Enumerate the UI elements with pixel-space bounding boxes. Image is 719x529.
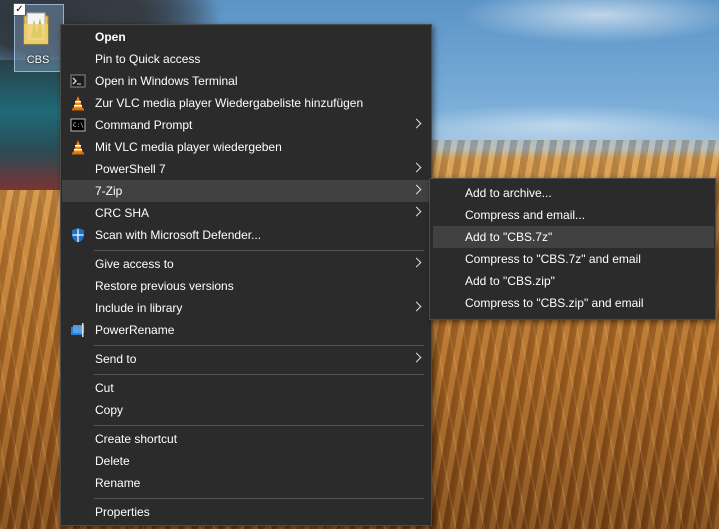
menu-item-pin-quick-access[interactable]: Pin to Quick access	[62, 48, 430, 70]
chevron-right-icon	[411, 118, 422, 129]
menu-item-label: Command Prompt	[95, 118, 193, 132]
menu-item-label: Delete	[95, 454, 130, 468]
menu-item-give-access[interactable]: Give access to	[62, 253, 430, 275]
menu-item-open[interactable]: Open	[62, 26, 430, 48]
menu-item-label: PowerRename	[95, 323, 175, 337]
menu-item-properties[interactable]: Properties	[62, 501, 430, 523]
menu-item-vlc-play[interactable]: Mit VLC media player wiedergeben	[62, 136, 430, 158]
submenu-item-label: Compress and email...	[465, 208, 586, 222]
menu-item-label: Rename	[95, 476, 141, 490]
vlc-icon	[72, 140, 84, 155]
submenu-item-compress-email[interactable]: Compress and email...	[433, 204, 714, 226]
chevron-right-icon	[411, 257, 422, 268]
menu-separator	[94, 374, 424, 375]
menu-item-delete[interactable]: Delete	[62, 450, 430, 472]
menu-item-label: Zur VLC media player Wiedergabeliste hin…	[95, 96, 364, 110]
menu-item-restore-versions[interactable]: Restore previous versions	[62, 275, 430, 297]
menu-item-open-terminal[interactable]: Open in Windows Terminal	[62, 70, 430, 92]
menu-item-label: Send to	[95, 352, 137, 366]
wallpaper-left-edge	[0, 60, 60, 190]
desktop-icon-label[interactable]: CBS	[14, 54, 62, 66]
context-menu: Open Pin to Quick access Open in Windows…	[60, 24, 432, 526]
submenu-item-label: Add to "CBS.7z"	[465, 230, 553, 244]
menu-item-label: Properties	[95, 505, 150, 519]
menu-item-label: Cut	[95, 381, 114, 395]
menu-item-vlc-playlist[interactable]: Zur VLC media player Wiedergabeliste hin…	[62, 92, 430, 114]
cmd-icon: C:\	[70, 118, 86, 132]
chevron-right-icon	[411, 352, 422, 363]
menu-item-create-shortcut[interactable]: Create shortcut	[62, 428, 430, 450]
menu-item-label: Copy	[95, 403, 124, 417]
menu-separator	[94, 250, 424, 251]
submenu-item-label: Compress to "CBS.zip" and email	[465, 296, 644, 310]
vlc-icon	[72, 96, 84, 111]
submenu-item-compress-zip-email[interactable]: Compress to "CBS.zip" and email	[433, 292, 714, 314]
menu-separator	[94, 498, 424, 499]
menu-item-label: 7-Zip	[95, 184, 123, 198]
submenu-item-label: Compress to "CBS.7z" and email	[465, 252, 641, 266]
terminal-icon	[70, 74, 86, 88]
svg-text:C:\: C:\	[73, 122, 84, 129]
menu-item-cut[interactable]: Cut	[62, 377, 430, 399]
menu-item-command-prompt[interactable]: C:\ Command Prompt	[62, 114, 430, 136]
menu-separator	[94, 345, 424, 346]
menu-item-label: Mit VLC media player wiedergeben	[95, 140, 282, 154]
submenu-item-add-to-7z[interactable]: Add to "CBS.7z"	[433, 226, 714, 248]
submenu-item-add-to-zip[interactable]: Add to "CBS.zip"	[433, 270, 714, 292]
menu-item-powerrename[interactable]: PowerRename	[62, 319, 430, 341]
folder-icon	[23, 12, 49, 45]
menu-item-crc-sha[interactable]: CRC SHA	[62, 202, 430, 224]
chevron-right-icon	[411, 206, 422, 217]
menu-item-label: Open in Windows Terminal	[95, 74, 238, 88]
menu-item-label: PowerShell 7	[95, 162, 166, 176]
submenu-item-label: Add to archive...	[465, 186, 552, 200]
menu-item-label: Give access to	[95, 257, 174, 271]
menu-item-scan-defender[interactable]: Scan with Microsoft Defender...	[62, 224, 430, 246]
defender-shield-icon	[72, 228, 84, 243]
menu-item-label: Restore previous versions	[95, 279, 234, 293]
menu-item-send-to[interactable]: Send to	[62, 348, 430, 370]
menu-separator	[94, 425, 424, 426]
menu-item-7zip[interactable]: 7-Zip	[62, 180, 430, 202]
menu-item-label: CRC SHA	[95, 206, 150, 220]
menu-item-label: Scan with Microsoft Defender...	[95, 228, 262, 242]
powerrename-icon	[71, 323, 84, 337]
chevron-right-icon	[411, 301, 422, 312]
submenu-7zip: Add to archive... Compress and email... …	[429, 178, 716, 320]
menu-item-copy[interactable]: Copy	[62, 399, 430, 421]
chevron-right-icon	[411, 184, 422, 195]
submenu-item-add-to-archive[interactable]: Add to archive...	[433, 182, 714, 204]
menu-item-label: Create shortcut	[95, 432, 178, 446]
submenu-item-label: Add to "CBS.zip"	[465, 274, 555, 288]
menu-item-label: Open	[95, 30, 126, 44]
chevron-right-icon	[411, 162, 422, 173]
menu-item-rename[interactable]: Rename	[62, 472, 430, 494]
menu-item-include-library[interactable]: Include in library	[62, 297, 430, 319]
submenu-item-compress-7z-email[interactable]: Compress to "CBS.7z" and email	[433, 248, 714, 270]
menu-item-label: Include in library	[95, 301, 183, 315]
menu-item-label: Pin to Quick access	[95, 52, 201, 66]
menu-item-powershell-7[interactable]: PowerShell 7	[62, 158, 430, 180]
